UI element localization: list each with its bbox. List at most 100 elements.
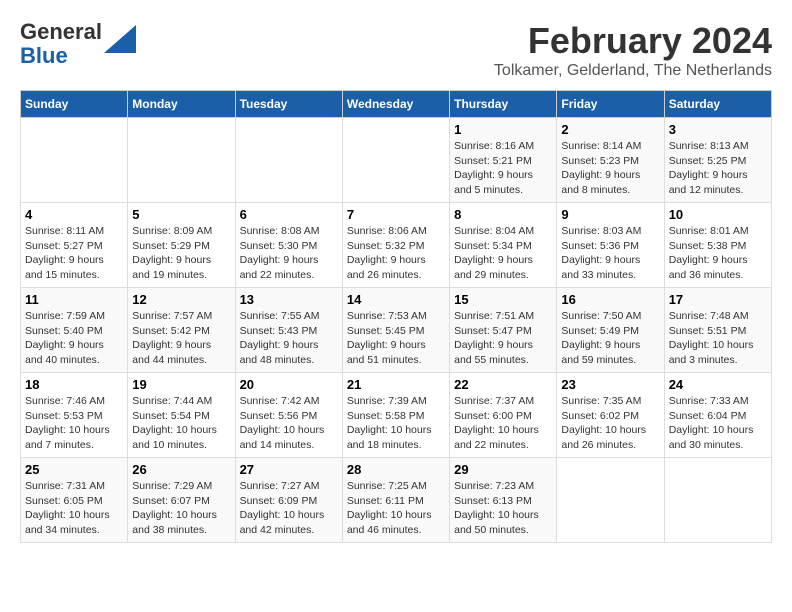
header-cell-monday: Monday: [128, 91, 235, 118]
day-detail: Sunrise: 8:03 AMSunset: 5:36 PMDaylight:…: [561, 224, 659, 283]
day-number: 21: [347, 377, 445, 392]
day-number: 8: [454, 207, 552, 222]
day-detail: Sunrise: 7:29 AMSunset: 6:07 PMDaylight:…: [132, 479, 230, 538]
day-detail: Sunrise: 7:39 AMSunset: 5:58 PMDaylight:…: [347, 394, 445, 453]
page-header: General Blue February 2024 Tolkamer, Gel…: [20, 20, 772, 80]
day-detail: Sunrise: 8:11 AMSunset: 5:27 PMDaylight:…: [25, 224, 123, 283]
day-cell: 18 Sunrise: 7:46 AMSunset: 5:53 PMDayligh…: [21, 373, 128, 458]
day-detail: Sunrise: 7:48 AMSunset: 5:51 PMDaylight:…: [669, 309, 767, 368]
header-cell-friday: Friday: [557, 91, 664, 118]
day-cell: 3 Sunrise: 8:13 AMSunset: 5:25 PMDaylight…: [664, 118, 771, 203]
logo: General Blue: [20, 20, 136, 68]
day-cell: 22 Sunrise: 7:37 AMSunset: 6:00 PMDayligh…: [450, 373, 557, 458]
day-number: 18: [25, 377, 123, 392]
day-cell: 19Sunrise: 7:44 AMSunset: 5:54 PMDayligh…: [128, 373, 235, 458]
day-detail: Sunrise: 8:13 AMSunset: 5:25 PMDaylight:…: [669, 139, 767, 198]
day-cell: [128, 118, 235, 203]
day-detail: Sunrise: 7:42 AMSunset: 5:56 PMDaylight:…: [240, 394, 338, 453]
day-cell: [235, 118, 342, 203]
logo-text: General Blue: [20, 20, 102, 68]
day-cell: 14 Sunrise: 7:53 AMSunset: 5:45 PMDayligh…: [342, 288, 449, 373]
day-number: 6: [240, 207, 338, 222]
day-cell: [21, 118, 128, 203]
calendar-subtitle: Tolkamer, Gelderland, The Netherlands: [494, 62, 772, 80]
day-number: 22: [454, 377, 552, 392]
day-detail: Sunrise: 8:09 AMSunset: 5:29 PMDaylight:…: [132, 224, 230, 283]
title-area: February 2024 Tolkamer, Gelderland, The …: [494, 20, 772, 80]
day-cell: 21 Sunrise: 7:39 AMSunset: 5:58 PMDayligh…: [342, 373, 449, 458]
day-number: 12: [132, 292, 230, 307]
week-row-4: 18 Sunrise: 7:46 AMSunset: 5:53 PMDayligh…: [21, 373, 772, 458]
day-detail: Sunrise: 7:37 AMSunset: 6:00 PMDaylight:…: [454, 394, 552, 453]
day-cell: 23 Sunrise: 7:35 AMSunset: 6:02 PMDayligh…: [557, 373, 664, 458]
day-cell: 15 Sunrise: 7:51 AMSunset: 5:47 PMDayligh…: [450, 288, 557, 373]
day-detail: Sunrise: 7:46 AMSunset: 5:53 PMDaylight:…: [25, 394, 123, 453]
day-cell: 27Sunrise: 7:27 AMSunset: 6:09 PMDayligh…: [235, 458, 342, 543]
day-cell: 9 Sunrise: 8:03 AMSunset: 5:36 PMDaylight…: [557, 203, 664, 288]
day-cell: 2Sunrise: 8:14 AMSunset: 5:23 PMDaylight…: [557, 118, 664, 203]
day-number: 1: [454, 122, 552, 137]
day-cell: 1 Sunrise: 8:16 AMSunset: 5:21 PMDaylight…: [450, 118, 557, 203]
day-number: 5: [132, 207, 230, 222]
day-cell: 8 Sunrise: 8:04 AMSunset: 5:34 PMDaylight…: [450, 203, 557, 288]
day-number: 17: [669, 292, 767, 307]
day-number: 25: [25, 462, 123, 477]
day-number: 28: [347, 462, 445, 477]
day-cell: 4 Sunrise: 8:11 AMSunset: 5:27 PMDaylight…: [21, 203, 128, 288]
day-cell: 13 Sunrise: 7:55 AMSunset: 5:43 PMDayligh…: [235, 288, 342, 373]
day-detail: Sunrise: 7:59 AMSunset: 5:40 PMDaylight:…: [25, 309, 123, 368]
day-detail: Sunrise: 7:57 AMSunset: 5:42 PMDaylight:…: [132, 309, 230, 368]
day-detail: Sunrise: 7:55 AMSunset: 5:43 PMDaylight:…: [240, 309, 338, 368]
day-detail: Sunrise: 7:35 AMSunset: 6:02 PMDaylight:…: [561, 394, 659, 453]
day-number: 9: [561, 207, 659, 222]
day-cell: 7Sunrise: 8:06 AMSunset: 5:32 PMDaylight…: [342, 203, 449, 288]
day-detail: Sunrise: 7:25 AMSunset: 6:11 PMDaylight:…: [347, 479, 445, 538]
week-row-5: 25 Sunrise: 7:31 AMSunset: 6:05 PMDayligh…: [21, 458, 772, 543]
day-number: 23: [561, 377, 659, 392]
day-number: 29: [454, 462, 552, 477]
header-cell-wednesday: Wednesday: [342, 91, 449, 118]
day-detail: Sunrise: 7:33 AMSunset: 6:04 PMDaylight:…: [669, 394, 767, 453]
header-cell-saturday: Saturday: [664, 91, 771, 118]
day-detail: Sunrise: 7:23 AMSunset: 6:13 PMDaylight:…: [454, 479, 552, 538]
day-detail: Sunrise: 7:53 AMSunset: 5:45 PMDaylight:…: [347, 309, 445, 368]
day-cell: 12 Sunrise: 7:57 AMSunset: 5:42 PMDayligh…: [128, 288, 235, 373]
day-cell: 16 Sunrise: 7:50 AMSunset: 5:49 PMDayligh…: [557, 288, 664, 373]
day-number: 16: [561, 292, 659, 307]
day-cell: [664, 458, 771, 543]
day-number: 19: [132, 377, 230, 392]
day-number: 15: [454, 292, 552, 307]
day-number: 11: [25, 292, 123, 307]
day-detail: Sunrise: 7:27 AMSunset: 6:09 PMDaylight:…: [240, 479, 338, 538]
logo-icon: [104, 25, 136, 53]
day-detail: Sunrise: 8:04 AMSunset: 5:34 PMDaylight:…: [454, 224, 552, 283]
header-cell-thursday: Thursday: [450, 91, 557, 118]
day-number: 14: [347, 292, 445, 307]
week-row-2: 4 Sunrise: 8:11 AMSunset: 5:27 PMDaylight…: [21, 203, 772, 288]
day-cell: 28 Sunrise: 7:25 AMSunset: 6:11 PMDayligh…: [342, 458, 449, 543]
calendar-title: February 2024: [494, 20, 772, 62]
day-number: 4: [25, 207, 123, 222]
day-cell: 11 Sunrise: 7:59 AMSunset: 5:40 PMDayligh…: [21, 288, 128, 373]
day-detail: Sunrise: 8:16 AMSunset: 5:21 PMDaylight:…: [454, 139, 552, 198]
day-cell: 24 Sunrise: 7:33 AMSunset: 6:04 PMDayligh…: [664, 373, 771, 458]
day-detail: Sunrise: 8:06 AMSunset: 5:32 PMDaylight:…: [347, 224, 445, 283]
day-cell: 6 Sunrise: 8:08 AMSunset: 5:30 PMDaylight…: [235, 203, 342, 288]
day-detail: Sunrise: 8:01 AMSunset: 5:38 PMDaylight:…: [669, 224, 767, 283]
day-cell: 17 Sunrise: 7:48 AMSunset: 5:51 PMDayligh…: [664, 288, 771, 373]
week-row-3: 11 Sunrise: 7:59 AMSunset: 5:40 PMDayligh…: [21, 288, 772, 373]
day-detail: Sunrise: 7:51 AMSunset: 5:47 PMDaylight:…: [454, 309, 552, 368]
header-cell-sunday: Sunday: [21, 91, 128, 118]
day-number: 13: [240, 292, 338, 307]
week-row-1: 1 Sunrise: 8:16 AMSunset: 5:21 PMDaylight…: [21, 118, 772, 203]
day-cell: [342, 118, 449, 203]
day-detail: Sunrise: 7:31 AMSunset: 6:05 PMDaylight:…: [25, 479, 123, 538]
day-cell: 25 Sunrise: 7:31 AMSunset: 6:05 PMDayligh…: [21, 458, 128, 543]
day-cell: 5 Sunrise: 8:09 AMSunset: 5:29 PMDaylight…: [128, 203, 235, 288]
day-number: 3: [669, 122, 767, 137]
day-cell: [557, 458, 664, 543]
day-detail: Sunrise: 8:08 AMSunset: 5:30 PMDaylight:…: [240, 224, 338, 283]
day-detail: Sunrise: 7:50 AMSunset: 5:49 PMDaylight:…: [561, 309, 659, 368]
day-cell: 10Sunrise: 8:01 AMSunset: 5:38 PMDayligh…: [664, 203, 771, 288]
day-number: 24: [669, 377, 767, 392]
